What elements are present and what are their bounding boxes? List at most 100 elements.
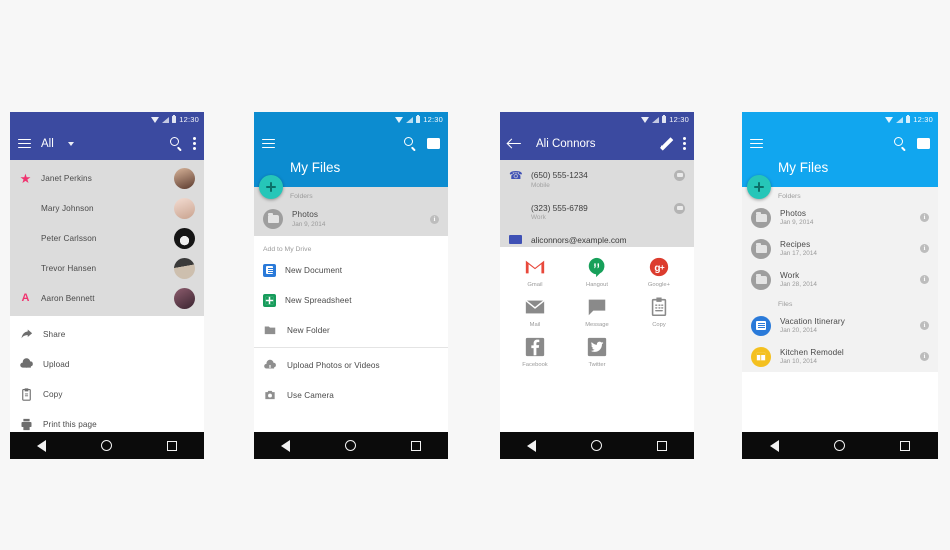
app-facebook[interactable]: Facebook: [504, 335, 566, 368]
status-bar: 12:30: [10, 112, 204, 127]
plus-icon: [266, 182, 276, 192]
letter-avatar-icon: A: [21, 291, 30, 304]
search-icon[interactable]: [170, 137, 183, 152]
message-icon[interactable]: [674, 170, 685, 181]
signal-icon: [652, 116, 660, 123]
menu-item-share[interactable]: Share: [10, 319, 204, 349]
app-copy[interactable]: Copy: [628, 295, 690, 328]
google-docs-icon: [751, 315, 771, 336]
gmail-icon: [523, 255, 547, 279]
folder-icon: [263, 323, 278, 338]
overflow-menu-icon[interactable]: [193, 137, 196, 150]
svg-text:+: +: [660, 263, 665, 272]
list-item[interactable]: Vacation Itinerary Jan 20, 2014 i: [742, 310, 938, 341]
hamburger-icon[interactable]: [18, 138, 31, 149]
home-circle-icon[interactable]: [833, 440, 845, 451]
recents-square-icon[interactable]: [656, 440, 667, 451]
list-item[interactable]: ★ Janet Perkins: [10, 163, 204, 193]
list-item[interactable]: Photos Jan 9, 2014 i: [254, 202, 448, 236]
file-name: Kitchen Remodel: [780, 347, 844, 357]
section-header-folders: Folders: [290, 193, 313, 200]
list-item[interactable]: Trevor Hansen: [10, 253, 204, 283]
app-twitter[interactable]: Twitter: [566, 335, 628, 368]
sheet-item-new-spreadsheet[interactable]: New Spreadsheet: [254, 285, 448, 315]
sheet-item-upload[interactable]: Upload Photos or Videos: [254, 350, 448, 380]
share-app-grid: Gmail Hangout g + Google+ Mail Message C…: [500, 247, 694, 375]
sheet-item-new-document[interactable]: New Document: [254, 255, 448, 285]
back-triangle-icon[interactable]: [527, 439, 537, 452]
message-icon[interactable]: [674, 202, 685, 214]
app-message[interactable]: Message: [566, 295, 628, 328]
add-to-drive-sheet: Add to My Drive New Document New Spreads…: [254, 236, 448, 410]
phone-row[interactable]: ☎ (650) 555-1234 Mobile: [500, 163, 694, 196]
sheet-item-new-folder[interactable]: New Folder: [254, 315, 448, 345]
google-sheets-icon: [751, 346, 771, 367]
add-fab-button[interactable]: [259, 175, 283, 199]
app-google-plus[interactable]: g + Google+: [628, 255, 690, 288]
folder-date: Jan 9, 2014: [292, 220, 326, 228]
file-name: Vacation Itinerary: [780, 316, 845, 326]
hamburger-icon[interactable]: [262, 138, 275, 149]
pencil-icon[interactable]: [657, 136, 674, 151]
menu-item-copy[interactable]: Copy: [10, 379, 204, 409]
battery-icon: [172, 114, 177, 123]
search-icon[interactable]: [404, 137, 417, 152]
hamburger-icon[interactable]: [750, 138, 763, 149]
envelope-icon: [523, 295, 547, 319]
recents-square-icon[interactable]: [166, 440, 177, 451]
star-icon[interactable]: ★: [19, 172, 32, 185]
home-circle-icon[interactable]: [100, 440, 112, 451]
list-item[interactable]: Kitchen Remodel Jan 10, 2014 i: [742, 341, 938, 372]
list-item[interactable]: Mary Johnson: [10, 193, 204, 223]
back-triangle-icon[interactable]: [281, 439, 291, 452]
panel3-header: 12:30 Ali Connors: [500, 112, 694, 160]
phone-row[interactable]: (323) 555-6789 Work: [500, 196, 694, 229]
phone-type: Work: [531, 214, 546, 221]
back-arrow-icon[interactable]: [506, 138, 522, 150]
app-gmail[interactable]: Gmail: [504, 255, 566, 288]
status-clock: 12:30: [179, 115, 199, 124]
app-mail[interactable]: Mail: [504, 295, 566, 328]
info-icon[interactable]: i: [920, 213, 929, 222]
files-section: Folders Photos Jan 9, 2014 i: [254, 175, 448, 236]
overflow-menu-icon[interactable]: [683, 137, 686, 150]
home-circle-icon[interactable]: [590, 440, 602, 451]
search-icon[interactable]: [894, 137, 907, 152]
grid-view-icon[interactable]: [427, 138, 440, 149]
filter-label[interactable]: All: [41, 138, 54, 150]
recents-square-icon[interactable]: [900, 440, 911, 451]
menu-label: Upload: [43, 359, 70, 369]
list-item[interactable]: Peter Carlsson: [10, 223, 204, 253]
home-circle-icon[interactable]: [344, 440, 356, 451]
screenshot-canvas: 12:30 All ★ Janet Perkins Mary Johnson P…: [0, 0, 950, 550]
app-label: Message: [585, 322, 609, 328]
email-row[interactable]: aliconnors@example.com: [500, 228, 694, 247]
list-item[interactable]: Photos Jan 9, 2014 i: [742, 202, 938, 233]
app-hangout[interactable]: Hangout: [566, 255, 628, 288]
menu-item-upload[interactable]: Upload: [10, 349, 204, 379]
info-icon[interactable]: i: [920, 275, 929, 284]
back-triangle-icon[interactable]: [769, 439, 779, 452]
contact-name: Trevor Hansen: [41, 263, 97, 273]
email-address: aliconnors@example.com: [531, 235, 627, 245]
list-item[interactable]: Work Jan 28, 2014 i: [742, 264, 938, 295]
list-item[interactable]: Recipes Jan 17, 2014 i: [742, 233, 938, 264]
info-icon[interactable]: i: [430, 214, 439, 224]
back-triangle-icon[interactable]: [37, 439, 47, 452]
divider: [254, 347, 448, 348]
add-fab-button[interactable]: [747, 175, 771, 199]
share-icon: [19, 327, 34, 342]
info-icon[interactable]: i: [920, 321, 929, 330]
menu-label: Copy: [43, 389, 63, 399]
info-icon[interactable]: i: [920, 244, 929, 253]
info-icon[interactable]: i: [920, 352, 929, 361]
sheet-item-camera[interactable]: Use Camera: [254, 380, 448, 410]
grid-view-icon[interactable]: [917, 138, 930, 149]
phone-icon-placeholder: [509, 203, 522, 216]
recents-square-icon[interactable]: [410, 440, 421, 451]
list-item[interactable]: A Aaron Bennett: [10, 283, 204, 313]
chevron-down-icon[interactable]: [67, 141, 74, 146]
status-clock: 12:30: [669, 115, 689, 124]
app-label: Mail: [529, 322, 541, 328]
phone-icon: ☎: [509, 170, 523, 182]
